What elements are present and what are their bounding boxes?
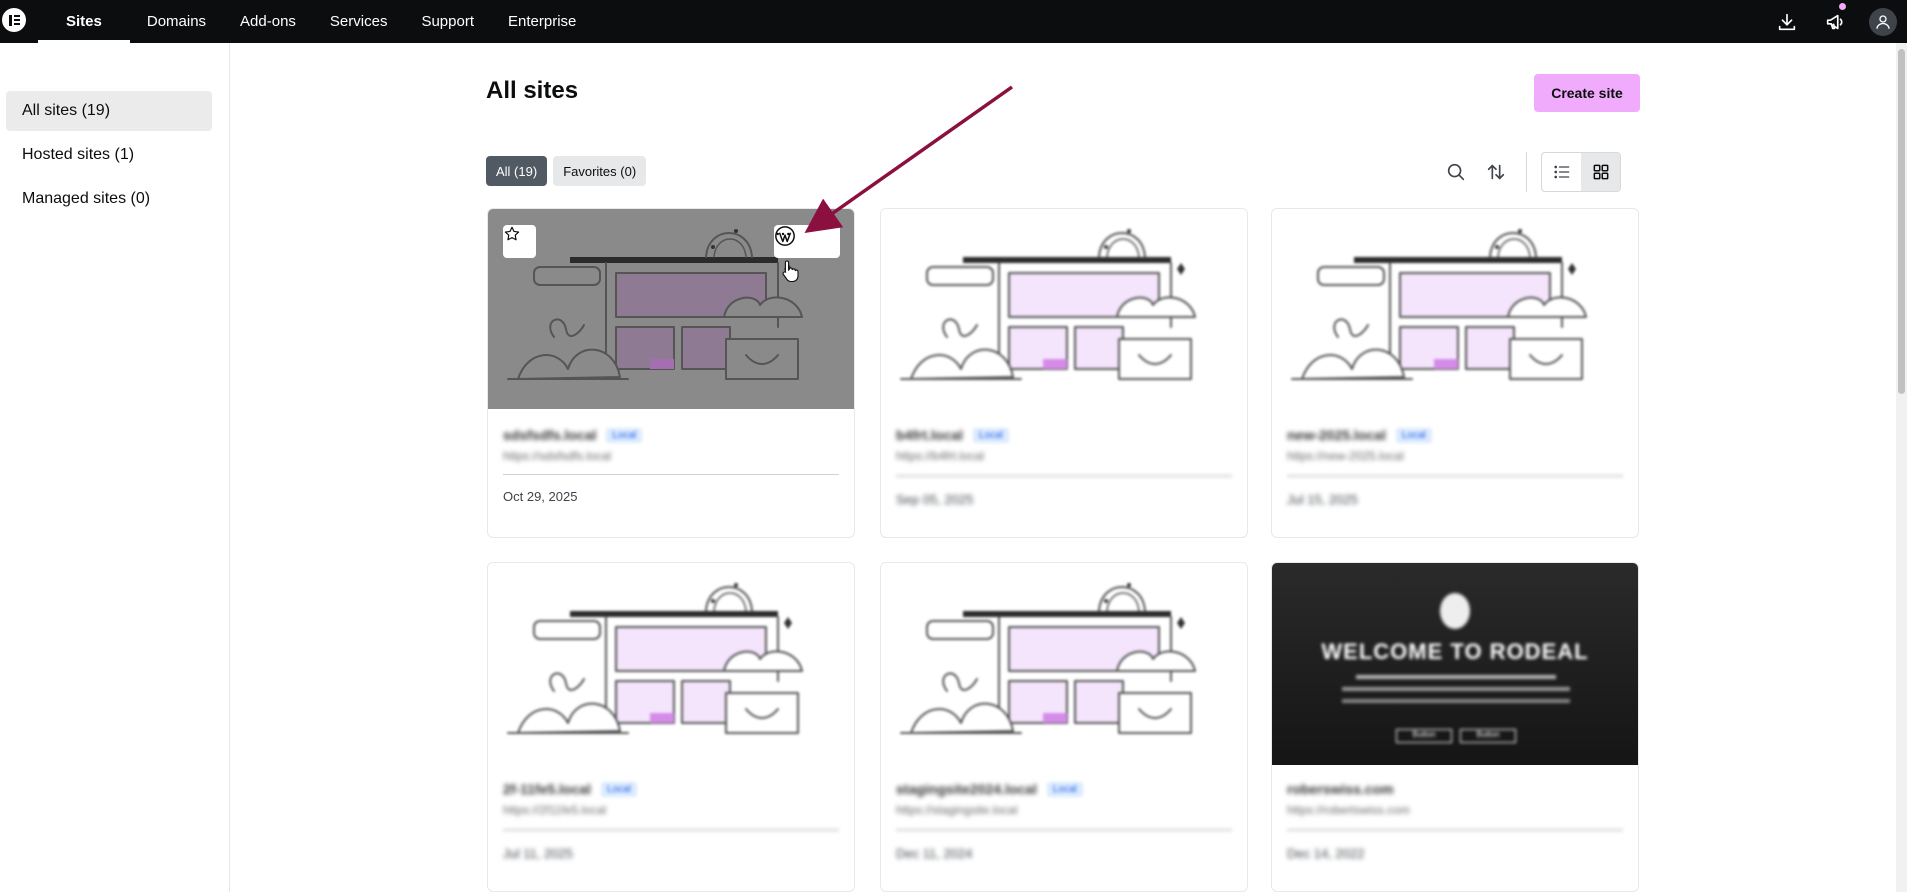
- grid-view-icon[interactable]: [1581, 153, 1620, 191]
- sidebar-item-managed-sites[interactable]: Managed sites (0): [6, 179, 212, 219]
- megaphone-icon[interactable]: [1811, 0, 1859, 43]
- site-name[interactable]: sdsfsdfs.local: [503, 427, 596, 443]
- nav-sites[interactable]: Sites: [38, 0, 130, 43]
- hand-cursor-icon: [782, 260, 799, 283]
- site-thumbnail[interactable]: [488, 209, 854, 409]
- scrollbar[interactable]: [1896, 43, 1907, 892]
- nav-support[interactable]: Support: [404, 0, 491, 43]
- site-card[interactable]: stagingsite2024.local Local https://stag…: [880, 562, 1248, 892]
- site-thumbnail[interactable]: WELCOME TO RODEAL Button Button: [1272, 563, 1638, 765]
- site-thumbnail[interactable]: [881, 563, 1247, 763]
- site-placeholder-illustration: [1291, 229, 1587, 380]
- nav-add-ons[interactable]: Add-ons: [223, 0, 313, 43]
- toolbar-divider: [1526, 152, 1527, 192]
- user-menu[interactable]: [1859, 0, 1907, 43]
- thumb-text-line: [1342, 699, 1570, 703]
- view-toggle: [1541, 152, 1621, 192]
- site-name[interactable]: roberswiss.com: [1287, 781, 1394, 797]
- nav-domains[interactable]: Domains: [130, 0, 223, 43]
- site-name[interactable]: new-2025.local: [1287, 427, 1386, 443]
- create-site-button[interactable]: Create site: [1534, 74, 1640, 112]
- site-date: Jul 11, 2025: [503, 846, 573, 861]
- site-url[interactable]: https://robertswiss.com: [1287, 803, 1623, 817]
- favorite-star-icon[interactable]: [503, 225, 536, 258]
- local-badge: Local: [1046, 781, 1083, 797]
- sidebar-item-all-sites[interactable]: All sites (19): [6, 91, 212, 131]
- site-placeholder-illustration: [900, 229, 1196, 380]
- site-placeholder-illustration: [900, 583, 1196, 734]
- site-thumbnail[interactable]: [881, 209, 1247, 409]
- site-placeholder-illustration: [507, 583, 803, 734]
- site-card[interactable]: sdsfsdfs.local Local https://sdsfsdfs.lo…: [487, 208, 855, 538]
- site-url[interactable]: https://b4frt.local: [896, 449, 1232, 463]
- local-badge: Local: [606, 427, 643, 443]
- card-actions: [774, 225, 840, 258]
- site-url[interactable]: https://stagingsite.local: [896, 803, 1232, 817]
- elementor-logo-icon[interactable]: [2, 8, 26, 32]
- site-name[interactable]: stagingsite2024.local: [896, 781, 1037, 797]
- page-title: All sites: [486, 77, 579, 104]
- site-date: Dec 11, 2024: [896, 846, 973, 861]
- nav-services[interactable]: Services: [313, 0, 405, 43]
- site-card[interactable]: b4frt.local Local https://b4frt.local Se…: [880, 208, 1248, 538]
- local-badge: Local: [600, 781, 637, 797]
- site-date: Sep 05, 2025: [896, 492, 974, 507]
- top-navigation-bar: Sites Domains Add-ons Services Support E…: [0, 0, 1907, 43]
- nav-enterprise[interactable]: Enterprise: [491, 0, 593, 43]
- site-url[interactable]: https://sdsfsdfs.local: [503, 449, 839, 463]
- filter-chips: All (19) Favorites (0): [486, 156, 647, 186]
- sidebar: All sites (19) Hosted sites (1) Managed …: [0, 43, 230, 892]
- site-thumbnail[interactable]: [1272, 209, 1638, 409]
- site-date: Oct 29, 2025: [503, 489, 578, 504]
- thumb-text-line: [1342, 687, 1570, 691]
- thumb-button: Button: [1460, 729, 1516, 743]
- download-icon[interactable]: [1763, 0, 1811, 43]
- site-date: Dec 14, 2022: [1287, 846, 1365, 861]
- sidebar-item-hosted-sites[interactable]: Hosted sites (1): [6, 135, 212, 175]
- site-url[interactable]: https://new-2025.local: [1287, 449, 1623, 463]
- site-date: Jul 15, 2025: [1287, 492, 1358, 507]
- thumb-heading: WELCOME TO RODEAL: [1321, 639, 1589, 664]
- user-avatar-icon[interactable]: [1869, 7, 1897, 36]
- thumb-text-line: [1356, 675, 1556, 679]
- view-toolbar: [1436, 152, 1621, 192]
- site-url[interactable]: https://2f11fe5.local: [503, 803, 839, 817]
- filter-favorites[interactable]: Favorites (0): [553, 156, 647, 186]
- notification-dot: [1839, 3, 1846, 10]
- sort-icon[interactable]: [1476, 152, 1516, 192]
- filter-all[interactable]: All (19): [486, 156, 548, 186]
- main-nav: Sites Domains Add-ons Services Support E…: [38, 0, 593, 43]
- site-logo-icon: [1440, 593, 1470, 629]
- site-name[interactable]: 2f-11fe5.local: [503, 781, 591, 797]
- site-card[interactable]: new-2025.local Local https://new-2025.lo…: [1271, 208, 1639, 538]
- site-thumbnail[interactable]: [488, 563, 854, 763]
- search-icon[interactable]: [1436, 152, 1476, 192]
- local-badge: Local: [972, 427, 1009, 443]
- list-view-icon[interactable]: [1542, 153, 1581, 191]
- site-card[interactable]: 2f-11fe5.local Local https://2f11fe5.loc…: [487, 562, 855, 892]
- local-badge: Local: [1395, 427, 1432, 443]
- site-card[interactable]: WELCOME TO RODEAL Button Button roberswi…: [1271, 562, 1639, 892]
- site-name[interactable]: b4frt.local: [896, 427, 963, 443]
- scrollbar-thumb[interactable]: [1898, 49, 1905, 394]
- thumb-button: Button: [1396, 729, 1452, 743]
